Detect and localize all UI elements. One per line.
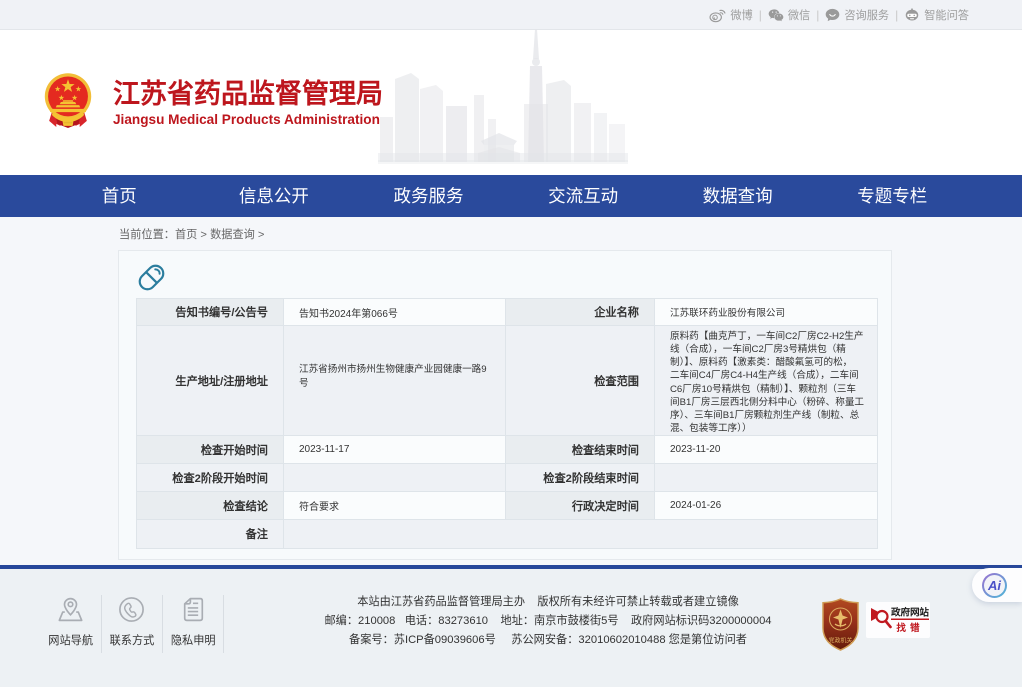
svg-text:找错: 找错	[896, 622, 923, 634]
svg-text:政府网站: 政府网站	[891, 607, 929, 619]
svg-text:党政机关: 党政机关	[828, 637, 852, 645]
